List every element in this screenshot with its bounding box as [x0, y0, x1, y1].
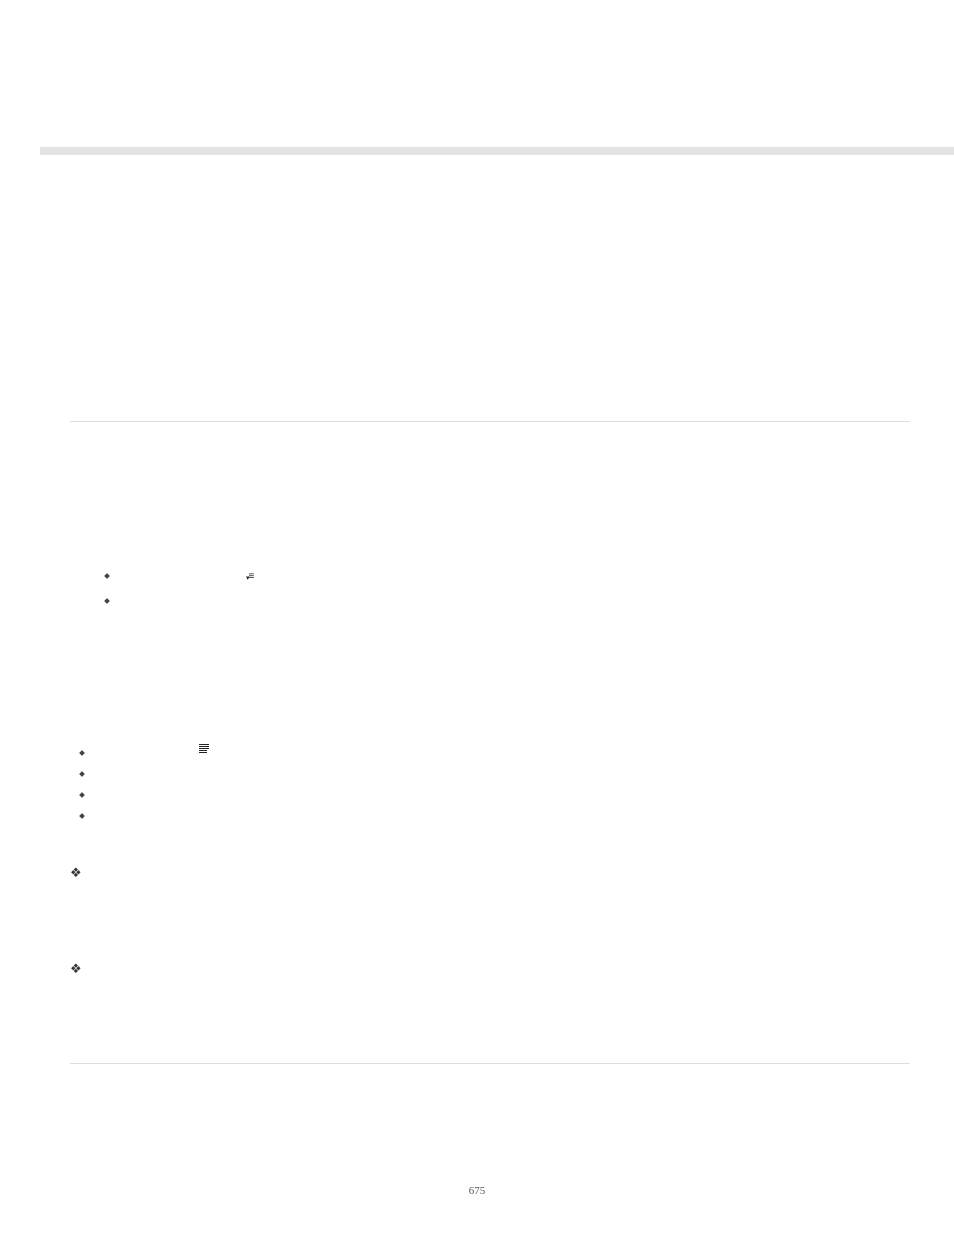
bullet-icon	[79, 792, 85, 798]
section-divider	[70, 421, 910, 422]
bullet-icon	[79, 750, 85, 756]
cross-reference-icon: ❖	[70, 962, 82, 975]
bullet-icon	[79, 771, 85, 777]
panel-options-icon: ▾≡	[246, 569, 254, 582]
header-rule	[40, 147, 954, 155]
section-divider	[70, 1063, 910, 1064]
bullet-icon	[104, 598, 110, 604]
page-number: 675	[0, 1185, 954, 1197]
bullet-icon	[104, 573, 110, 579]
cross-reference-icon: ❖	[70, 866, 82, 879]
new-page-indicator-icon	[199, 744, 209, 754]
bullet-icon	[79, 813, 85, 819]
